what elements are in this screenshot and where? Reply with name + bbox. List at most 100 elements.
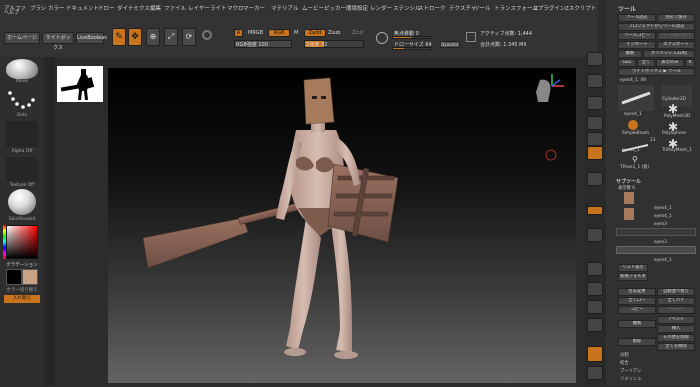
- menu-item[interactable]: 環境設定: [346, 4, 368, 12]
- copy-tool-button[interactable]: ツールコピー: [618, 32, 656, 40]
- eyes-tool-thumbnail[interactable]: [620, 138, 650, 152]
- simplebrush-icon[interactable]: [628, 120, 638, 130]
- menu-item[interactable]: ブラシ: [30, 4, 46, 12]
- menu-item[interactable]: トランスフォーム: [494, 4, 538, 12]
- menu-item[interactable]: マテリアル: [271, 4, 298, 12]
- stroke-dots-icon[interactable]: [6, 87, 38, 111]
- subtool-name[interactable]: eyes3: [654, 222, 667, 227]
- menu-item[interactable]: ドロー: [98, 4, 115, 12]
- subtool-row-highlight[interactable]: [616, 228, 696, 236]
- menu-item[interactable]: ヘルプ: [4, 9, 19, 16]
- primary-color-swatch[interactable]: [6, 269, 22, 285]
- delete-other-button[interactable]: その他を削除: [657, 334, 695, 342]
- menu-item[interactable]: ステンシル: [393, 4, 421, 12]
- r-button[interactable]: R: [685, 59, 695, 67]
- all-high-button[interactable]: 全てハイ: [657, 297, 695, 305]
- alternate-button[interactable]: 入れ替え: [4, 295, 40, 303]
- rename-button[interactable]: 名前変更: [618, 288, 656, 296]
- save-as-button[interactable]: 別名で保存: [657, 14, 695, 22]
- scroll-button[interactable]: [587, 96, 603, 110]
- subtool-name[interactable]: eyes4_1: [654, 258, 672, 263]
- bpr-button[interactable]: [587, 52, 603, 66]
- subtool-row-selected[interactable]: [616, 246, 696, 254]
- texture-thumbnail[interactable]: [6, 157, 38, 181]
- menu-item[interactable]: ダイナミクス: [117, 4, 150, 12]
- make-polymesh-button[interactable]: ポリメッシュ3D化: [643, 50, 695, 58]
- load-tool-button[interactable]: ツール読込: [618, 14, 656, 22]
- current-tool-thumbnail[interactable]: [618, 85, 654, 111]
- subtool-thumbnail[interactable]: [624, 208, 634, 220]
- subtool-name[interactable]: eyes4_1: [654, 206, 672, 211]
- alpha-thumbnail[interactable]: [6, 121, 38, 147]
- paste-tool-button[interactable]: ツール貼り付け: [657, 32, 695, 40]
- subtool-name[interactable]: eyes3: [654, 240, 667, 245]
- material-thumbnail[interactable]: [8, 189, 36, 215]
- dynamic-toggle[interactable]: Dynamic: [440, 41, 460, 48]
- gear-icon[interactable]: [202, 30, 212, 40]
- clone-button[interactable]: 複製: [618, 50, 642, 58]
- color-picker[interactable]: [6, 225, 38, 259]
- menu-item[interactable]: ストローク: [418, 4, 446, 12]
- menu-item[interactable]: ライト: [210, 4, 227, 12]
- subtool-thumbnail[interactable]: [624, 192, 634, 204]
- secondary-color-swatch[interactable]: [22, 269, 38, 285]
- liveboolean-button[interactable]: LiveBoolean: [76, 32, 107, 44]
- merge-section[interactable]: 結合: [620, 360, 629, 366]
- insert-button[interactable]: 挿入: [657, 325, 695, 333]
- lightbox-button[interactable]: ライトボックス: [42, 32, 74, 51]
- rotate-view-button[interactable]: [587, 318, 603, 332]
- switch-color-label[interactable]: カラー切り替え: [0, 287, 44, 293]
- rgb-button[interactable]: RGB: [268, 29, 290, 37]
- a-button[interactable]: A: [234, 29, 243, 37]
- scale-view-button[interactable]: [587, 300, 603, 314]
- zsub-button[interactable]: Zsub: [328, 30, 340, 36]
- tpose-icon[interactable]: ⚲: [632, 155, 638, 164]
- xyz-button[interactable]: [587, 228, 603, 242]
- menu-item[interactable]: Zスクリプト: [565, 4, 596, 12]
- paste-button[interactable]: ペースト: [657, 306, 695, 314]
- scale-mode-button[interactable]: ⤢: [164, 28, 178, 46]
- focal-shift-slider[interactable]: [392, 36, 432, 39]
- menu-item[interactable]: カラー: [48, 4, 65, 12]
- brush-mode-icon[interactable]: [466, 32, 476, 42]
- hue-strip[interactable]: [3, 225, 6, 259]
- new-folder-button[interactable]: 新規フォルダ: [618, 273, 648, 281]
- spix-button[interactable]: [587, 74, 603, 88]
- menu-item[interactable]: ドキュメント: [66, 4, 99, 12]
- delete-all-button[interactable]: 全てを削除: [657, 343, 695, 351]
- draw-mode-button[interactable]: ✥: [128, 28, 142, 46]
- persp-button[interactable]: [587, 146, 603, 160]
- navigation-head-icon[interactable]: [530, 72, 566, 108]
- menu-item[interactable]: Zプラグイン: [534, 4, 565, 12]
- viewport-canvas[interactable]: [108, 68, 576, 383]
- lightbox-tool-button[interactable]: ライトボックス ▶ ツール: [618, 68, 695, 76]
- menu-item[interactable]: マクロ: [227, 4, 244, 12]
- boolean-section[interactable]: ブーリアン: [620, 368, 641, 374]
- all-low-button[interactable]: 全てロー: [618, 297, 656, 305]
- edit-mode-button[interactable]: ✎: [112, 28, 126, 46]
- zadd-button[interactable]: Zadd: [304, 29, 326, 37]
- copy-button[interactable]: コピー: [618, 306, 656, 314]
- import-button[interactable]: インポート: [618, 41, 656, 49]
- home-page-button[interactable]: ホームページ: [4, 32, 40, 44]
- goz-button[interactable]: GoZ: [618, 59, 636, 67]
- rotate-mode-button[interactable]: ⟳: [182, 28, 196, 46]
- menu-item[interactable]: ファイル: [164, 4, 186, 12]
- append-button[interactable]: アペンド: [657, 316, 695, 324]
- draw-size-slider[interactable]: [392, 47, 432, 50]
- subtool-name[interactable]: eyes4_1: [654, 214, 672, 219]
- polyframe-button[interactable]: [587, 346, 603, 362]
- list-all-button[interactable]: リスト表示: [618, 264, 648, 272]
- all-button[interactable]: 全て: [637, 59, 655, 67]
- menu-item[interactable]: ピッカー: [324, 4, 346, 12]
- zcut-button[interactable]: Zcut: [352, 30, 363, 36]
- brush-thumbnail[interactable]: [6, 59, 38, 79]
- duplicate-button[interactable]: 複製: [618, 320, 656, 328]
- zoom-button[interactable]: [587, 116, 603, 130]
- split-section[interactable]: 分割: [620, 352, 629, 358]
- actual-button[interactable]: [587, 132, 603, 146]
- auto-reorder-button[interactable]: 自動並べ替え: [657, 288, 695, 296]
- m-button[interactable]: M: [294, 30, 298, 36]
- menu-item[interactable]: マーカー: [243, 4, 265, 12]
- local-button[interactable]: [587, 206, 603, 215]
